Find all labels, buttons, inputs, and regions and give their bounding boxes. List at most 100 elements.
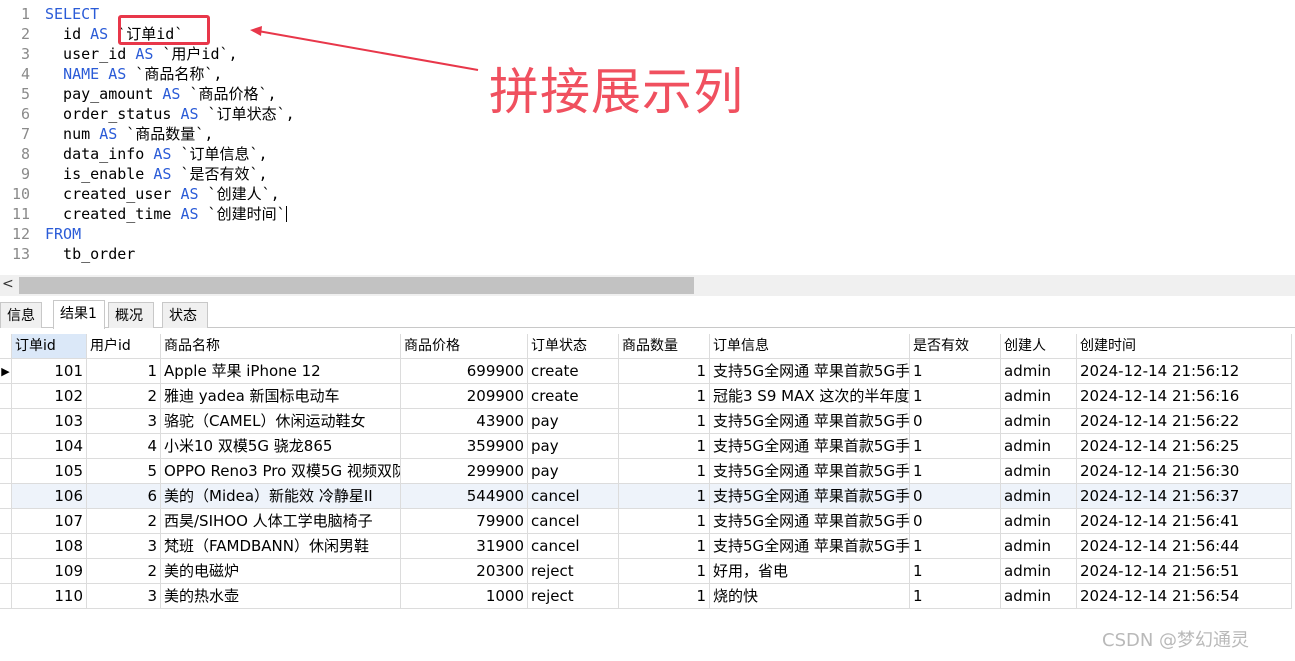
cell-product-name[interactable]: 骆驼（CAMEL）休闲运动鞋女 xyxy=(161,409,401,434)
row-marker[interactable] xyxy=(0,409,12,434)
cell-price[interactable]: 544900 xyxy=(401,484,528,509)
cell-quantity[interactable]: 1 xyxy=(619,384,710,409)
cell-order-info[interactable]: 支持5G全网通 苹果首款5G手机 xyxy=(710,409,910,434)
cell-created-user[interactable]: admin xyxy=(1001,484,1077,509)
cell-order-status[interactable]: cancel xyxy=(528,484,619,509)
cell-order-id[interactable]: 107 xyxy=(12,509,87,534)
cell-created-time[interactable]: 2024-12-14 21:56:51 xyxy=(1077,559,1292,584)
cell-quantity[interactable]: 1 xyxy=(619,484,710,509)
column-header-created-time[interactable]: 创建时间 xyxy=(1077,334,1292,359)
cell-created-user[interactable]: admin xyxy=(1001,409,1077,434)
cell-order-info[interactable]: 支持5G全网通 苹果首款5G手机 xyxy=(710,484,910,509)
cell-created-user[interactable]: admin xyxy=(1001,434,1077,459)
row-marker[interactable] xyxy=(0,384,12,409)
cell-created-time[interactable]: 2024-12-14 21:56:30 xyxy=(1077,459,1292,484)
cell-user-id[interactable]: 5 xyxy=(87,459,161,484)
editor-horizontal-scrollbar[interactable]: < xyxy=(0,275,1295,296)
row-marker[interactable] xyxy=(0,459,12,484)
cell-price[interactable]: 20300 xyxy=(401,559,528,584)
cell-quantity[interactable]: 1 xyxy=(619,409,710,434)
cell-is-enabled[interactable]: 0 xyxy=(910,509,1001,534)
cell-created-time[interactable]: 2024-12-14 21:56:41 xyxy=(1077,509,1292,534)
scrollbar-thumb[interactable] xyxy=(19,277,694,294)
cell-price[interactable]: 699900 xyxy=(401,359,528,384)
row-marker[interactable] xyxy=(0,559,12,584)
cell-order-status[interactable]: cancel xyxy=(528,534,619,559)
column-header-price[interactable]: 商品价格 xyxy=(401,334,528,359)
table-row[interactable]: 102 2 雅迪 yadea 新国标电动车 209900 create 1 冠能3 S9 M… xyxy=(0,384,1295,409)
cell-is-enabled[interactable]: 1 xyxy=(910,434,1001,459)
cell-user-id[interactable]: 2 xyxy=(87,384,161,409)
cell-product-name[interactable]: 美的热水壶 xyxy=(161,584,401,609)
cell-is-enabled[interactable]: 1 xyxy=(910,584,1001,609)
cell-quantity[interactable]: 1 xyxy=(619,509,710,534)
table-row[interactable]: ▶ 101 1 Apple 苹果 iPhone 12 699900 create 1 支持5G… xyxy=(0,359,1295,384)
cell-user-id[interactable]: 2 xyxy=(87,509,161,534)
cell-order-id[interactable]: 109 xyxy=(12,559,87,584)
cell-order-status[interactable]: pay xyxy=(528,409,619,434)
cell-created-user[interactable]: admin xyxy=(1001,509,1077,534)
cell-order-info[interactable]: 支持5G全网通 苹果首款5G手机 xyxy=(710,434,910,459)
column-header-is-enabled[interactable]: 是否有效 xyxy=(910,334,1001,359)
row-marker[interactable] xyxy=(0,484,12,509)
cell-user-id[interactable]: 3 xyxy=(87,584,161,609)
cell-user-id[interactable]: 4 xyxy=(87,434,161,459)
cell-user-id[interactable]: 2 xyxy=(87,559,161,584)
cell-order-status[interactable]: pay xyxy=(528,434,619,459)
cell-price[interactable]: 359900 xyxy=(401,434,528,459)
cell-created-user[interactable]: admin xyxy=(1001,459,1077,484)
cell-is-enabled[interactable]: 0 xyxy=(910,409,1001,434)
cell-price[interactable]: 209900 xyxy=(401,384,528,409)
cell-order-status[interactable]: create xyxy=(528,359,619,384)
cell-created-time[interactable]: 2024-12-14 21:56:44 xyxy=(1077,534,1292,559)
cell-product-name[interactable]: 梵班（FAMDBANN）休闲男鞋 xyxy=(161,534,401,559)
cell-quantity[interactable]: 1 xyxy=(619,359,710,384)
tab-status[interactable]: 状态 xyxy=(162,302,208,328)
tab-result1[interactable]: 结果1 xyxy=(53,300,105,329)
current-row-marker-icon[interactable]: ▶ xyxy=(0,359,12,384)
cell-is-enabled[interactable]: 0 xyxy=(910,484,1001,509)
cell-quantity[interactable]: 1 xyxy=(619,559,710,584)
scroll-left-arrow-icon[interactable]: < xyxy=(2,276,14,292)
cell-is-enabled[interactable]: 1 xyxy=(910,534,1001,559)
cell-product-name[interactable]: Apple 苹果 iPhone 12 xyxy=(161,359,401,384)
cell-order-status[interactable]: reject xyxy=(528,559,619,584)
cell-order-status[interactable]: reject xyxy=(528,584,619,609)
column-header-product-name[interactable]: 商品名称 xyxy=(161,334,401,359)
cell-is-enabled[interactable]: 1 xyxy=(910,559,1001,584)
table-row[interactable]: 108 3 梵班（FAMDBANN）休闲男鞋 31900 cancel 1 支持5G全网通 … xyxy=(0,534,1295,559)
cell-order-id[interactable]: 106 xyxy=(12,484,87,509)
cell-product-name[interactable]: 美的电磁炉 xyxy=(161,559,401,584)
row-marker[interactable] xyxy=(0,534,12,559)
row-marker[interactable] xyxy=(0,509,12,534)
table-row[interactable]: 109 2 美的电磁炉 20300 reject 1 好用，省电 1 admin 2024-12-… xyxy=(0,559,1295,584)
row-marker[interactable] xyxy=(0,584,12,609)
cell-order-id[interactable]: 104 xyxy=(12,434,87,459)
cell-order-info[interactable]: 支持5G全网通 苹果首款5G手机 xyxy=(710,534,910,559)
cell-created-user[interactable]: admin xyxy=(1001,534,1077,559)
cell-created-time[interactable]: 2024-12-14 21:56:54 xyxy=(1077,584,1292,609)
cell-is-enabled[interactable]: 1 xyxy=(910,359,1001,384)
table-row[interactable]: 103 3 骆驼（CAMEL）休闲运动鞋女 43900 pay 1 支持5G全网通 苹果首款… xyxy=(0,409,1295,434)
cell-quantity[interactable]: 1 xyxy=(619,584,710,609)
cell-user-id[interactable]: 3 xyxy=(87,534,161,559)
cell-price[interactable]: 43900 xyxy=(401,409,528,434)
cell-quantity[interactable]: 1 xyxy=(619,534,710,559)
cell-order-id[interactable]: 105 xyxy=(12,459,87,484)
cell-price[interactable]: 79900 xyxy=(401,509,528,534)
cell-is-enabled[interactable]: 1 xyxy=(910,459,1001,484)
cell-user-id[interactable]: 6 xyxy=(87,484,161,509)
table-row[interactable]: 105 5 OPPO Reno3 Pro 双模5G 视频双防抖 299900 pay 1 支… xyxy=(0,459,1295,484)
cell-order-info[interactable]: 支持5G全网通 苹果首款5G手机 xyxy=(710,509,910,534)
table-row[interactable]: 104 4 小米10 双模5G 骁龙865 359900 pay 1 支持5G全网通 苹果首… xyxy=(0,434,1295,459)
column-header-order-info[interactable]: 订单信息 xyxy=(710,334,910,359)
cell-user-id[interactable]: 1 xyxy=(87,359,161,384)
cell-price[interactable]: 1000 xyxy=(401,584,528,609)
row-marker[interactable] xyxy=(0,434,12,459)
column-header-created-user[interactable]: 创建人 xyxy=(1001,334,1077,359)
cell-created-time[interactable]: 2024-12-14 21:56:37 xyxy=(1077,484,1292,509)
cell-created-user[interactable]: admin xyxy=(1001,384,1077,409)
cell-order-status[interactable]: create xyxy=(528,384,619,409)
cell-price[interactable]: 31900 xyxy=(401,534,528,559)
cell-created-user[interactable]: admin xyxy=(1001,359,1077,384)
